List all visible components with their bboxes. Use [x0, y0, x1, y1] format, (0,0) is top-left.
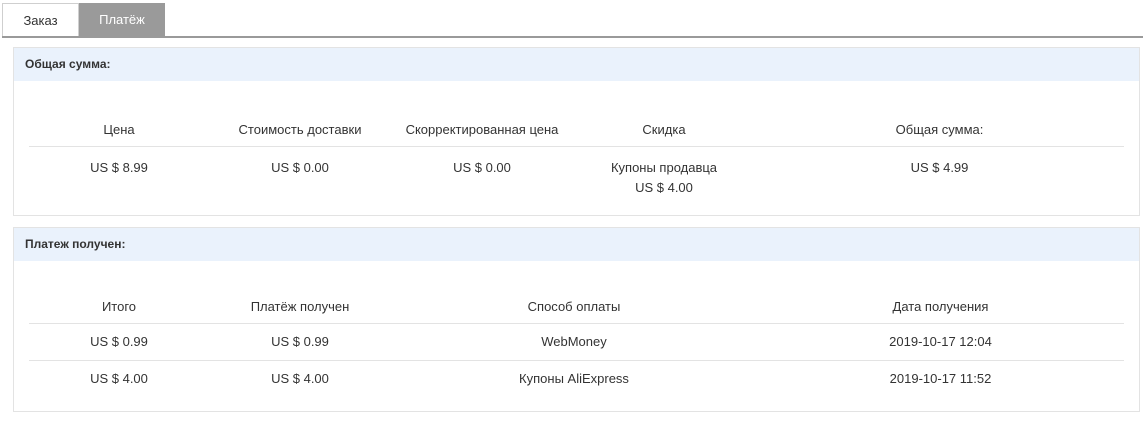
received-cell: US $ 4.00 [209, 360, 391, 397]
total-amount-table: Цена Стоимость доставки Скорректированна… [29, 112, 1124, 206]
total-amount-title: Общая сумма: [14, 48, 1139, 81]
received-cell: US $ 0.99 [209, 323, 391, 361]
column-header-shipping: Стоимость доставки [238, 121, 362, 137]
payment-method-cell: WebMoney [391, 323, 757, 361]
column-header-payment-method: Способ оплаты [527, 298, 621, 314]
table-row: US $ 4.00 US $ 4.00 Купоны AliExpress 20… [29, 360, 1124, 397]
column-header-received: Платёж получен [250, 298, 350, 314]
table-row: US $ 0.99 US $ 0.99 WebMoney 2019-10-17 … [29, 323, 1124, 361]
total-amount-panel: Общая сумма: Цена Стоимость доставки Ско… [13, 47, 1140, 216]
payment-received-title: Платеж получен: [14, 228, 1139, 261]
payment-received-table: Итого Платёж получен Способ оплаты Дата … [29, 289, 1124, 397]
tab-payment[interactable]: Платёж [79, 3, 165, 36]
payment-method-cell: Купоны AliExpress [391, 360, 757, 397]
table-row: US $ 8.99 US $ 0.00 US $ 0.00 Купоны про… [29, 146, 1124, 206]
receipt-date-cell: 2019-10-17 12:04 [757, 323, 1124, 361]
tab-bar: Заказ Платёж [2, 3, 1143, 38]
payment-received-panel: Платеж получен: Итого Платёж получен Спо… [13, 227, 1140, 412]
adjusted-price-cell: US $ 0.00 [391, 146, 573, 206]
column-header-total: Итого [101, 298, 137, 314]
column-header-discount: Скидка [642, 121, 686, 137]
table-header-row: Цена Стоимость доставки Скорректированна… [29, 112, 1124, 147]
discount-label: Купоны продавца [610, 160, 718, 175]
shipping-cell: US $ 0.00 [209, 146, 391, 206]
column-header-total: Общая сумма: [895, 121, 984, 137]
discount-cell: Купоны продавца US $ 4.00 [573, 146, 755, 206]
total-cell: US $ 4.99 [755, 146, 1124, 206]
column-header-receipt-date: Дата получения [892, 298, 989, 314]
total-cell: US $ 4.00 [29, 360, 209, 397]
column-header-price: Цена [103, 121, 135, 137]
tab-order[interactable]: Заказ [2, 3, 79, 36]
column-header-adjusted-price: Скорректированная цена [405, 121, 559, 137]
total-cell: US $ 0.99 [29, 323, 209, 361]
price-cell: US $ 8.99 [29, 146, 209, 206]
discount-value: US $ 4.00 [635, 180, 693, 195]
receipt-date-cell: 2019-10-17 11:52 [757, 360, 1124, 397]
table-header-row: Итого Платёж получен Способ оплаты Дата … [29, 289, 1124, 324]
